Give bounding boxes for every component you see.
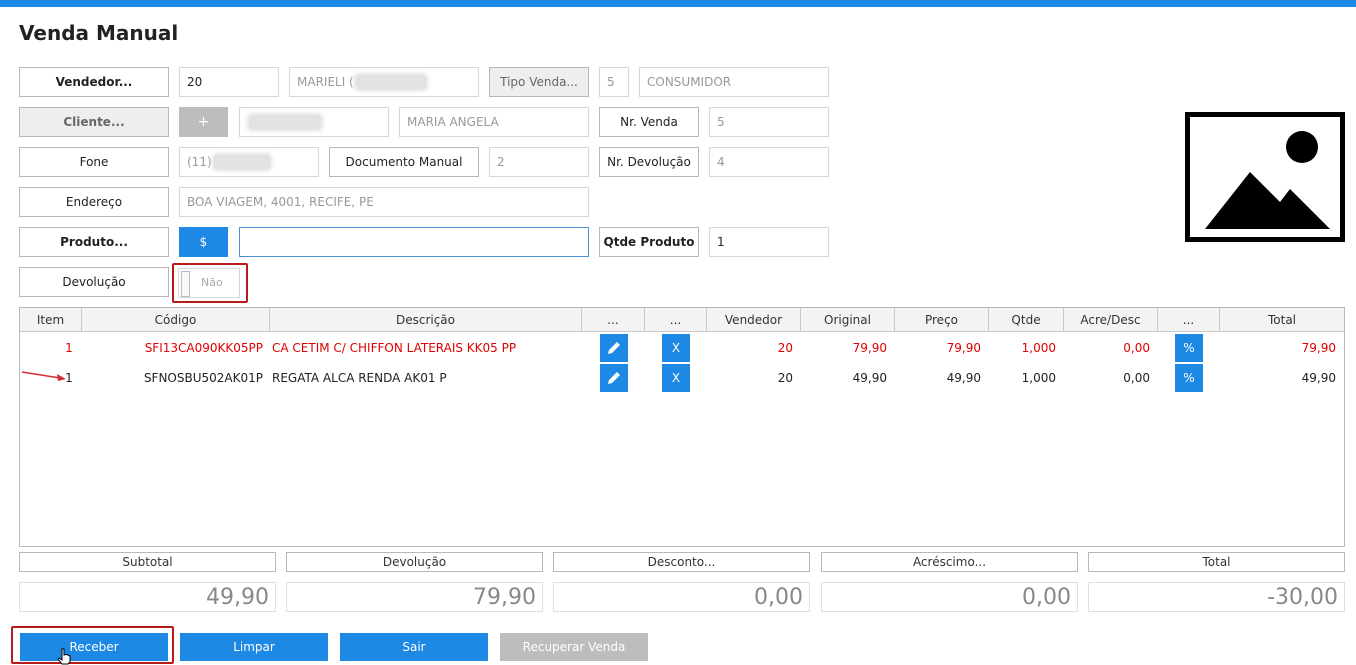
- redacted-mask: [249, 115, 321, 129]
- hand-cursor-icon: [57, 648, 71, 665]
- tipo-venda-button[interactable]: Tipo Venda...: [489, 67, 589, 97]
- devolucao-total-label: Devolução: [286, 552, 543, 572]
- col-header-acre-desc[interactable]: Acre/Desc: [1064, 308, 1158, 331]
- col-header-edit[interactable]: ...: [582, 308, 645, 331]
- red-arrow-icon: [21, 371, 66, 381]
- desconto-button[interactable]: Desconto...: [553, 552, 810, 572]
- col-header-total[interactable]: Total: [1220, 308, 1344, 331]
- nr-venda-field: 5: [709, 107, 829, 137]
- cliente-code-field[interactable]: [239, 107, 389, 137]
- percent-button[interactable]: %: [1175, 364, 1203, 392]
- price-lookup-button[interactable]: $: [179, 227, 228, 257]
- cell-vendedor: 20: [777, 341, 793, 355]
- edit-pencil-icon[interactable]: [599, 364, 628, 392]
- col-header-original[interactable]: Original: [801, 308, 895, 331]
- cell-original: 79,90: [852, 341, 887, 355]
- nr-devolucao-field: 4: [709, 147, 829, 177]
- recuperar-venda-button[interactable]: Recuperar Venda: [500, 633, 648, 661]
- cell-descricao: CA CETIM C/ CHIFFON LATERAIS KK05 PP: [272, 341, 517, 355]
- acrescimo-value: 0,00: [821, 582, 1078, 612]
- cell-original: 49,90: [852, 371, 887, 385]
- nr-devolucao-label: Nr. Devolução: [599, 147, 699, 177]
- cell-vendedor: 20: [777, 371, 793, 385]
- cliente-button[interactable]: Cliente...: [19, 107, 169, 137]
- cell-edit: [582, 363, 645, 393]
- cell-percent: %: [1158, 333, 1220, 363]
- fone-label: Fone: [19, 147, 169, 177]
- documento-manual-field[interactable]: 2: [489, 147, 589, 177]
- redacted-mask: [213, 155, 270, 169]
- vendedor-button[interactable]: Vendedor...: [19, 67, 169, 97]
- cell-codigo: SFI13CA090KK05PP: [144, 341, 263, 355]
- cell-acre-desc: 0,00: [1123, 371, 1150, 385]
- col-header-descricao[interactable]: Descrição: [270, 308, 582, 331]
- cell-preco: 79,90: [946, 341, 981, 355]
- cell-codigo: SFNOSBU502AK01P: [143, 371, 263, 385]
- limpar-button[interactable]: Limpar: [180, 633, 328, 661]
- toggle-text: Não: [201, 276, 223, 289]
- toggle-knob: [181, 271, 190, 297]
- vendedor-name-text: MARIELI (: [297, 75, 354, 89]
- endereco-label: Endereço: [19, 187, 169, 217]
- cliente-name-field: MARIA ANGELA: [399, 107, 589, 137]
- devolucao-label: Devolução: [19, 267, 169, 297]
- tipo-venda-code-field: 5: [599, 67, 629, 97]
- col-header-delete[interactable]: ...: [645, 308, 707, 331]
- add-client-button[interactable]: +: [179, 107, 228, 137]
- redacted-mask: [355, 75, 426, 89]
- fone-text: (11): [187, 155, 212, 169]
- qtde-produto-label: Qtde Produto: [599, 227, 699, 257]
- cell-qtde: 1,000: [1021, 341, 1056, 355]
- qtde-produto-field[interactable]: 1: [709, 227, 829, 257]
- cell-acre-desc: 0,00: [1123, 341, 1150, 355]
- edit-pencil-icon[interactable]: [599, 334, 628, 362]
- vendedor-name-field: MARIELI (: [289, 67, 479, 97]
- table-row[interactable]: 1 SFNOSBU502AK01P REGATA ALCA RENDA AK01…: [20, 363, 1344, 393]
- total-value: -30,00: [1088, 582, 1345, 612]
- tipo-venda-name-field: CONSUMIDOR: [639, 67, 829, 97]
- cell-total: 49,90: [1301, 371, 1336, 385]
- cell-edit: [582, 333, 645, 363]
- page-title: Venda Manual: [19, 21, 179, 45]
- top-accent-bar: [0, 0, 1356, 7]
- fone-field: (11): [179, 147, 319, 177]
- sair-button[interactable]: Sair: [340, 633, 488, 661]
- total-label: Total: [1088, 552, 1345, 572]
- desconto-value: 0,00: [553, 582, 810, 612]
- subtotal-label: Subtotal: [19, 552, 276, 572]
- cell-preco: 49,90: [946, 371, 981, 385]
- col-header-codigo[interactable]: Código: [82, 308, 270, 331]
- cell-total: 79,90: [1301, 341, 1336, 355]
- col-header-item[interactable]: Item: [20, 308, 82, 331]
- endereco-field: BOA VIAGEM, 4001, RECIFE, PE: [179, 187, 589, 217]
- col-header-vendedor[interactable]: Vendedor: [707, 308, 801, 331]
- col-header-preco[interactable]: Preço: [895, 308, 989, 331]
- delete-row-button[interactable]: X: [662, 364, 690, 392]
- devolucao-total-value: 79,90: [286, 582, 543, 612]
- table-row[interactable]: 1 SFI13CA090KK05PP CA CETIM C/ CHIFFON L…: [20, 333, 1344, 363]
- col-header-percent[interactable]: ...: [1158, 308, 1220, 331]
- acrescimo-button[interactable]: Acréscimo...: [821, 552, 1078, 572]
- receber-button[interactable]: Receber: [20, 633, 168, 661]
- devolucao-toggle[interactable]: Não: [178, 268, 240, 298]
- cell-delete: X: [645, 333, 707, 363]
- cell-descricao: REGATA ALCA RENDA AK01 P: [272, 371, 447, 385]
- nr-venda-label: Nr. Venda: [599, 107, 699, 137]
- items-grid[interactable]: Item Código Descrição ... ... Vendedor O…: [19, 307, 1345, 547]
- cell-delete: X: [645, 363, 707, 393]
- grid-header: Item Código Descrição ... ... Vendedor O…: [20, 308, 1344, 332]
- produto-input[interactable]: [239, 227, 589, 257]
- percent-button[interactable]: %: [1175, 334, 1203, 362]
- vendedor-code-field[interactable]: 20: [179, 67, 279, 97]
- cell-percent: %: [1158, 363, 1220, 393]
- image-placeholder-icon: [1185, 112, 1345, 242]
- documento-manual-label: Documento Manual: [329, 147, 479, 177]
- subtotal-value: 49,90: [19, 582, 276, 612]
- produto-button[interactable]: Produto...: [19, 227, 169, 257]
- delete-row-button[interactable]: X: [662, 334, 690, 362]
- col-header-qtde[interactable]: Qtde: [989, 308, 1064, 331]
- cell-qtde: 1,000: [1021, 371, 1056, 385]
